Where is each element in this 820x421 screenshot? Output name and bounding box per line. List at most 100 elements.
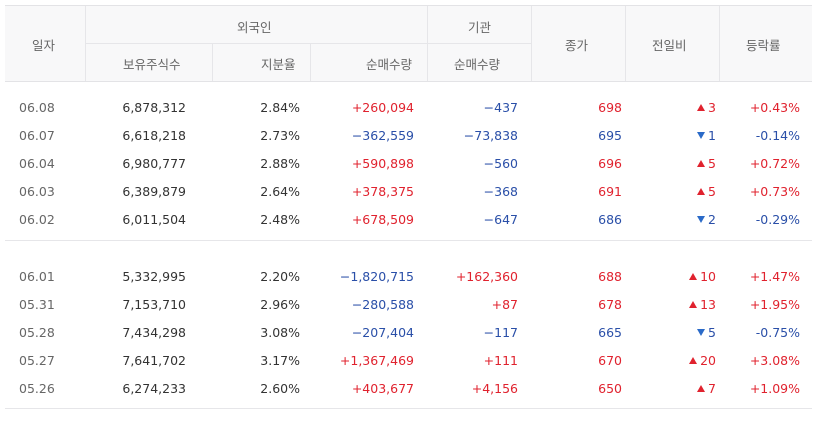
cell-foreign-ratio: 2.88% — [260, 156, 300, 171]
cell-foreign-net: +403,677 — [351, 381, 414, 396]
cell-institution-net: −647 — [483, 212, 518, 227]
cell-date: 06.03 — [19, 184, 55, 199]
cell-foreign-holdings: 6,980,777 — [122, 156, 186, 171]
cell-foreign-holdings: 6,389,879 — [122, 184, 186, 199]
header-close: 종가 — [565, 38, 589, 53]
cell-close: 665 — [598, 325, 622, 340]
cell-foreign-holdings: 7,153,710 — [122, 297, 186, 312]
cell-foreign-holdings: 7,641,702 — [122, 353, 186, 368]
change-value: 5 — [708, 156, 716, 171]
cell-institution-net: +4,156 — [471, 381, 518, 396]
cell-foreign-ratio: 2.96% — [260, 297, 300, 312]
cell-institution-net: −437 — [483, 100, 518, 115]
cell-foreign-holdings: 6,274,233 — [122, 381, 186, 396]
cell-foreign-ratio: 2.60% — [260, 381, 300, 396]
cell-rate: +1.09% — [749, 381, 800, 396]
cell-institution-net: −560 — [483, 156, 518, 171]
cell-change: 7 — [615, 382, 716, 396]
cell-foreign-ratio: 2.73% — [260, 128, 300, 143]
table-row: 05.28 7,434,298 3.08% −207,404 −117 665 5 -0.75… — [5, 319, 812, 347]
change-value: 2 — [708, 212, 716, 227]
change-value: 1 — [708, 128, 716, 143]
cell-change: 3 — [615, 101, 716, 115]
table-row: 06.02 6,011,504 2.48% +678,509 −647 686 2 -0.29… — [5, 206, 812, 234]
cell-date: 05.31 — [19, 297, 55, 312]
change-value: 5 — [708, 184, 716, 199]
cell-date: 05.26 — [19, 381, 55, 396]
triangle-down-icon — [697, 329, 706, 336]
header-institution: 기관 — [468, 20, 492, 35]
group-divider — [5, 408, 812, 409]
cell-institution-net: +162,360 — [455, 269, 518, 284]
table-row: 06.07 6,618,218 2.73% −362,559 −73,838 695 1 -0… — [5, 122, 812, 150]
cell-foreign-holdings: 6,878,312 — [122, 100, 186, 115]
cell-date: 06.07 — [19, 128, 55, 143]
investor-trading-table: 일자 외국인 보유주식수 지분율 순매수량 기관 순매수량 종가 전일비 등락률… — [5, 5, 812, 418]
cell-foreign-net: +678,509 — [351, 212, 414, 227]
cell-close: 688 — [598, 269, 622, 284]
cell-foreign-holdings: 6,011,504 — [122, 212, 186, 227]
triangle-up-icon — [697, 160, 706, 167]
triangle-up-icon — [697, 104, 706, 111]
cell-foreign-net: +260,094 — [351, 100, 414, 115]
triangle-up-icon — [697, 385, 706, 392]
cell-foreign-ratio: 3.17% — [260, 353, 300, 368]
cell-foreign-ratio: 2.84% — [260, 100, 300, 115]
header-foreign-net: 순매수량 — [366, 57, 413, 72]
cell-rate: -0.75% — [755, 325, 800, 340]
cell-rate: +0.73% — [749, 184, 800, 199]
cell-foreign-holdings: 5,332,995 — [122, 269, 186, 284]
cell-foreign-net: +1,367,469 — [339, 353, 414, 368]
cell-change: 5 — [615, 157, 716, 171]
cell-change: 2 — [615, 213, 716, 227]
table-row: 05.26 6,274,233 2.60% +403,677 +4,156 650 7 +1.… — [5, 375, 812, 403]
change-value: 20 — [700, 353, 716, 368]
header-foreign-ratio: 지분율 — [261, 57, 296, 72]
cell-close: 698 — [598, 100, 622, 115]
table-row: 06.03 6,389,879 2.64% +378,375 −368 691 5 +0.73… — [5, 178, 812, 206]
triangle-up-icon — [689, 273, 698, 280]
cell-institution-net: +87 — [491, 297, 518, 312]
change-value: 3 — [708, 100, 716, 115]
cell-foreign-net: −1,820,715 — [339, 269, 414, 284]
header-foreign-holdings: 보유주식수 — [123, 57, 181, 72]
header-date: 일자 — [32, 38, 56, 53]
cell-foreign-net: +590,898 — [351, 156, 414, 171]
change-value: 7 — [708, 381, 716, 396]
cell-date: 06.02 — [19, 212, 55, 227]
cell-close: 670 — [598, 353, 622, 368]
cell-close: 696 — [598, 156, 622, 171]
cell-foreign-net: +378,375 — [351, 184, 414, 199]
cell-date: 05.27 — [19, 353, 55, 368]
cell-date: 06.01 — [19, 269, 55, 284]
cell-close: 686 — [598, 212, 622, 227]
header-institution-net: 순매수량 — [454, 57, 501, 72]
cell-rate: +1.47% — [749, 269, 800, 284]
table-row: 06.01 5,332,995 2.20% −1,820,715 +162,360 688… — [5, 263, 812, 291]
cell-rate: +3.08% — [749, 353, 800, 368]
cell-rate: +1.95% — [749, 297, 800, 312]
header-rate: 등락률 — [746, 38, 781, 53]
cell-foreign-ratio: 3.08% — [260, 325, 300, 340]
table-header: 일자 외국인 보유주식수 지분율 순매수량 기관 순매수량 종가 전일비 등락률 — [5, 5, 812, 82]
change-value: 10 — [700, 269, 716, 284]
change-value: 5 — [708, 325, 716, 340]
cell-institution-net: +111 — [483, 353, 518, 368]
cell-foreign-net: −280,588 — [351, 297, 414, 312]
group-divider — [5, 240, 812, 241]
cell-change: 5 — [615, 326, 716, 340]
triangle-up-icon — [689, 357, 698, 364]
table-row: 05.31 7,153,710 2.96% −280,588 +87 678 13 +1.95… — [5, 291, 812, 319]
table-row: 06.04 6,980,777 2.88% +590,898 −560 696 5 +0.72… — [5, 150, 812, 178]
cell-foreign-net: −207,404 — [351, 325, 414, 340]
cell-change: 5 — [615, 185, 716, 199]
triangle-up-icon — [689, 301, 698, 308]
change-value: 13 — [700, 297, 716, 312]
header-change: 전일비 — [652, 38, 687, 53]
table-row: 05.27 7,641,702 3.17% +1,367,469 +111 670 20 +3… — [5, 347, 812, 375]
cell-foreign-ratio: 2.48% — [260, 212, 300, 227]
cell-close: 695 — [598, 128, 622, 143]
cell-foreign-holdings: 7,434,298 — [122, 325, 186, 340]
cell-date: 06.04 — [19, 156, 55, 171]
cell-date: 05.28 — [19, 325, 55, 340]
